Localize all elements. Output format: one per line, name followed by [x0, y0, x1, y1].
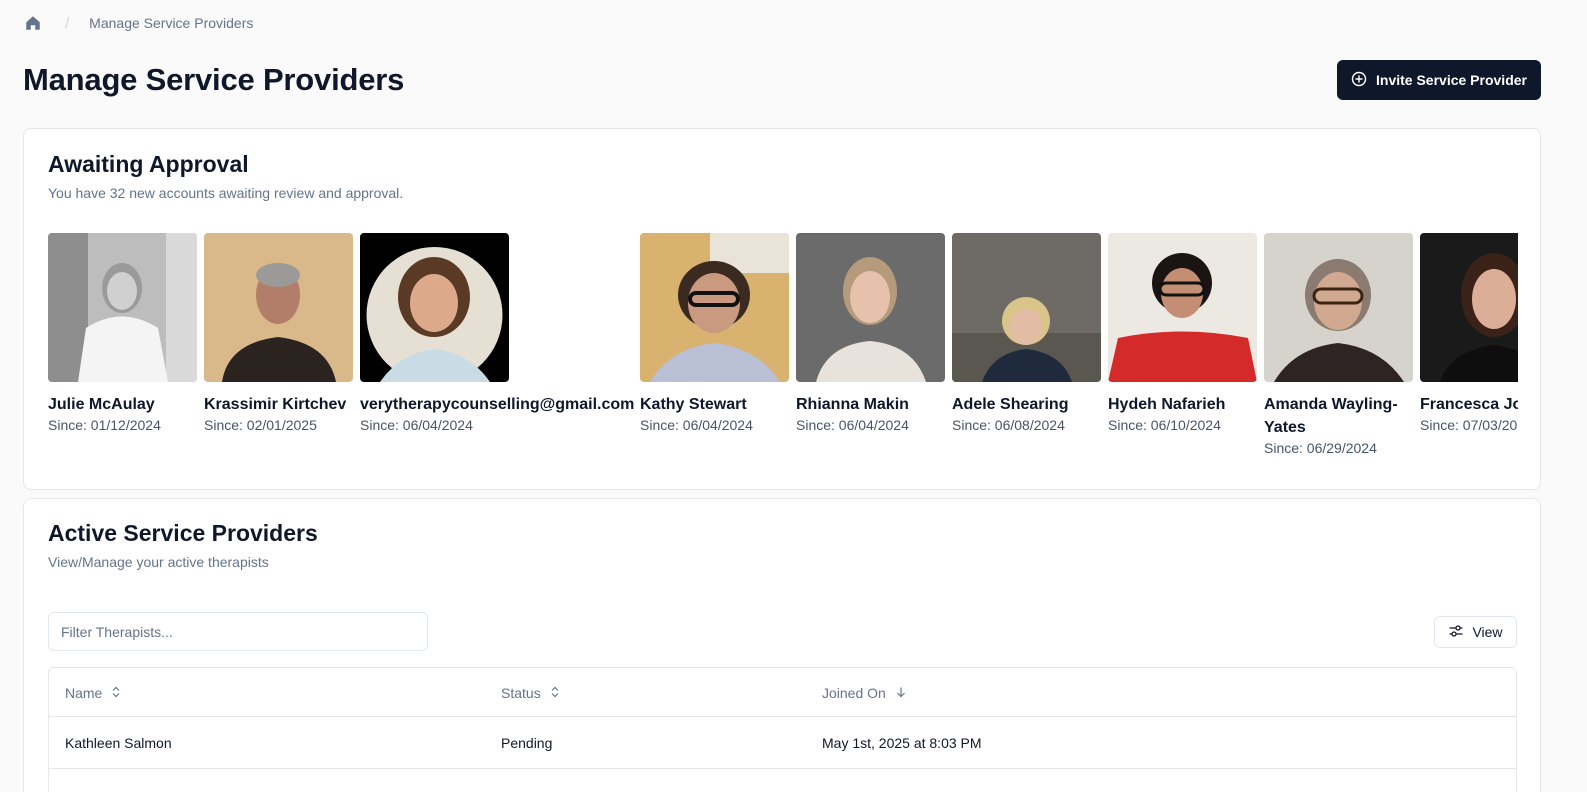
table-header: Name Status Joined On	[49, 668, 1516, 717]
provider-card[interactable]: Francesca Jones Since: 07/03/2024	[1420, 233, 1518, 433]
provider-name: verytherapycounselling@gmail.com	[360, 396, 635, 413]
sort-icon	[550, 685, 560, 701]
breadcrumb: / Manage Service Providers	[23, 12, 253, 34]
provider-card[interactable]: Kathy Stewart Since: 06/04/2024	[640, 233, 789, 433]
breadcrumb-separator: /	[65, 14, 70, 32]
provider-avatar	[1264, 233, 1413, 382]
filter-therapists-input[interactable]	[48, 612, 428, 651]
provider-card[interactable]: Rhianna Makin Since: 06/04/2024	[796, 233, 945, 433]
awaiting-approval-title: Awaiting Approval	[48, 151, 249, 177]
provider-name: Rhianna Makin	[796, 396, 909, 413]
cell-status: Pending	[501, 735, 553, 751]
provider-card[interactable]: Hydeh Nafarieh Since: 06/10/2024	[1108, 233, 1257, 433]
provider-since: Since: 06/10/2024	[1108, 417, 1221, 433]
sliders-icon	[1448, 623, 1464, 642]
sort-icon	[111, 685, 121, 701]
column-label: Name	[65, 684, 103, 701]
provider-name: Krassimir Kirtchev	[204, 396, 347, 413]
provider-since: Since: 06/04/2024	[640, 417, 753, 433]
invite-service-provider-button[interactable]: Invite Service Provider	[1337, 60, 1541, 100]
provider-card[interactable]: Adele Shearing Since: 06/08/2024	[952, 233, 1101, 433]
provider-since: Since: 06/08/2024	[952, 417, 1065, 433]
active-providers-card: Active Service Providers View/Manage you…	[23, 498, 1541, 792]
provider-name: Adele Shearing	[952, 396, 1069, 413]
column-label: Joined On	[822, 684, 886, 701]
provider-avatar	[796, 233, 945, 382]
provider-since: Since: 01/12/2024	[48, 417, 161, 433]
provider-card[interactable]: Krassimir Kirtchev Since: 02/01/2025	[204, 233, 353, 433]
cell-name: Kathleen Salmon	[65, 735, 172, 751]
provider-since: Since: 06/04/2024	[796, 417, 909, 433]
providers-table: Name Status Joined On Kathleen Salmon Pe	[48, 667, 1517, 792]
provider-avatar	[640, 233, 789, 382]
breadcrumb-current: Manage Service Providers	[89, 15, 254, 31]
active-providers-title: Active Service Providers	[48, 520, 318, 546]
provider-name: Kathy Stewart	[640, 396, 747, 413]
awaiting-providers-list[interactable]: Julie McAulay Since: 01/12/2024 Krassimi…	[48, 233, 1518, 473]
awaiting-approval-subtitle: You have 32 new accounts awaiting review…	[48, 185, 404, 201]
view-button-label: View	[1472, 624, 1503, 640]
column-header-joined-on[interactable]: Joined On	[822, 668, 907, 717]
awaiting-approval-card: Awaiting Approval You have 32 new accoun…	[23, 128, 1541, 490]
provider-card[interactable]: Amanda Wayling-Yates Since: 06/29/2024	[1264, 233, 1413, 456]
provider-since: Since: 07/03/2024	[1420, 417, 1518, 433]
home-icon[interactable]	[23, 13, 43, 33]
active-providers-subtitle: View/Manage your active therapists	[48, 554, 269, 570]
provider-card[interactable]: verytherapycounselling@gmail.com Since: …	[360, 233, 634, 433]
provider-name: Julie McAulay	[48, 396, 155, 413]
provider-name: Hydeh Nafarieh	[1108, 396, 1226, 413]
view-options-button[interactable]: View	[1434, 616, 1517, 648]
provider-name: Francesca Jones	[1420, 396, 1518, 413]
provider-name: Amanda Wayling-Yates	[1264, 396, 1398, 436]
provider-card[interactable]: Julie McAulay Since: 01/12/2024	[48, 233, 197, 433]
column-label: Status	[501, 684, 541, 701]
provider-since: Since: 06/29/2024	[1264, 440, 1377, 456]
provider-avatar	[1108, 233, 1257, 382]
provider-avatar	[204, 233, 353, 382]
column-header-name[interactable]: Name	[65, 668, 121, 717]
provider-avatar	[48, 233, 197, 382]
arrow-down-icon	[895, 685, 907, 701]
plus-circle-icon	[1351, 71, 1367, 90]
page-title: Manage Service Providers	[23, 62, 405, 97]
provider-avatar	[360, 233, 509, 382]
provider-since: Since: 02/01/2025	[204, 417, 317, 433]
table-row[interactable]: Kathleen Salmon Pending May 1st, 2025 at…	[49, 717, 1516, 769]
column-header-status[interactable]: Status	[501, 668, 560, 717]
provider-since: Since: 06/04/2024	[360, 417, 473, 433]
cell-joined-on: May 1st, 2025 at 8:03 PM	[822, 735, 982, 751]
provider-avatar	[1420, 233, 1518, 382]
invite-button-label: Invite Service Provider	[1376, 72, 1527, 88]
provider-avatar	[952, 233, 1101, 382]
